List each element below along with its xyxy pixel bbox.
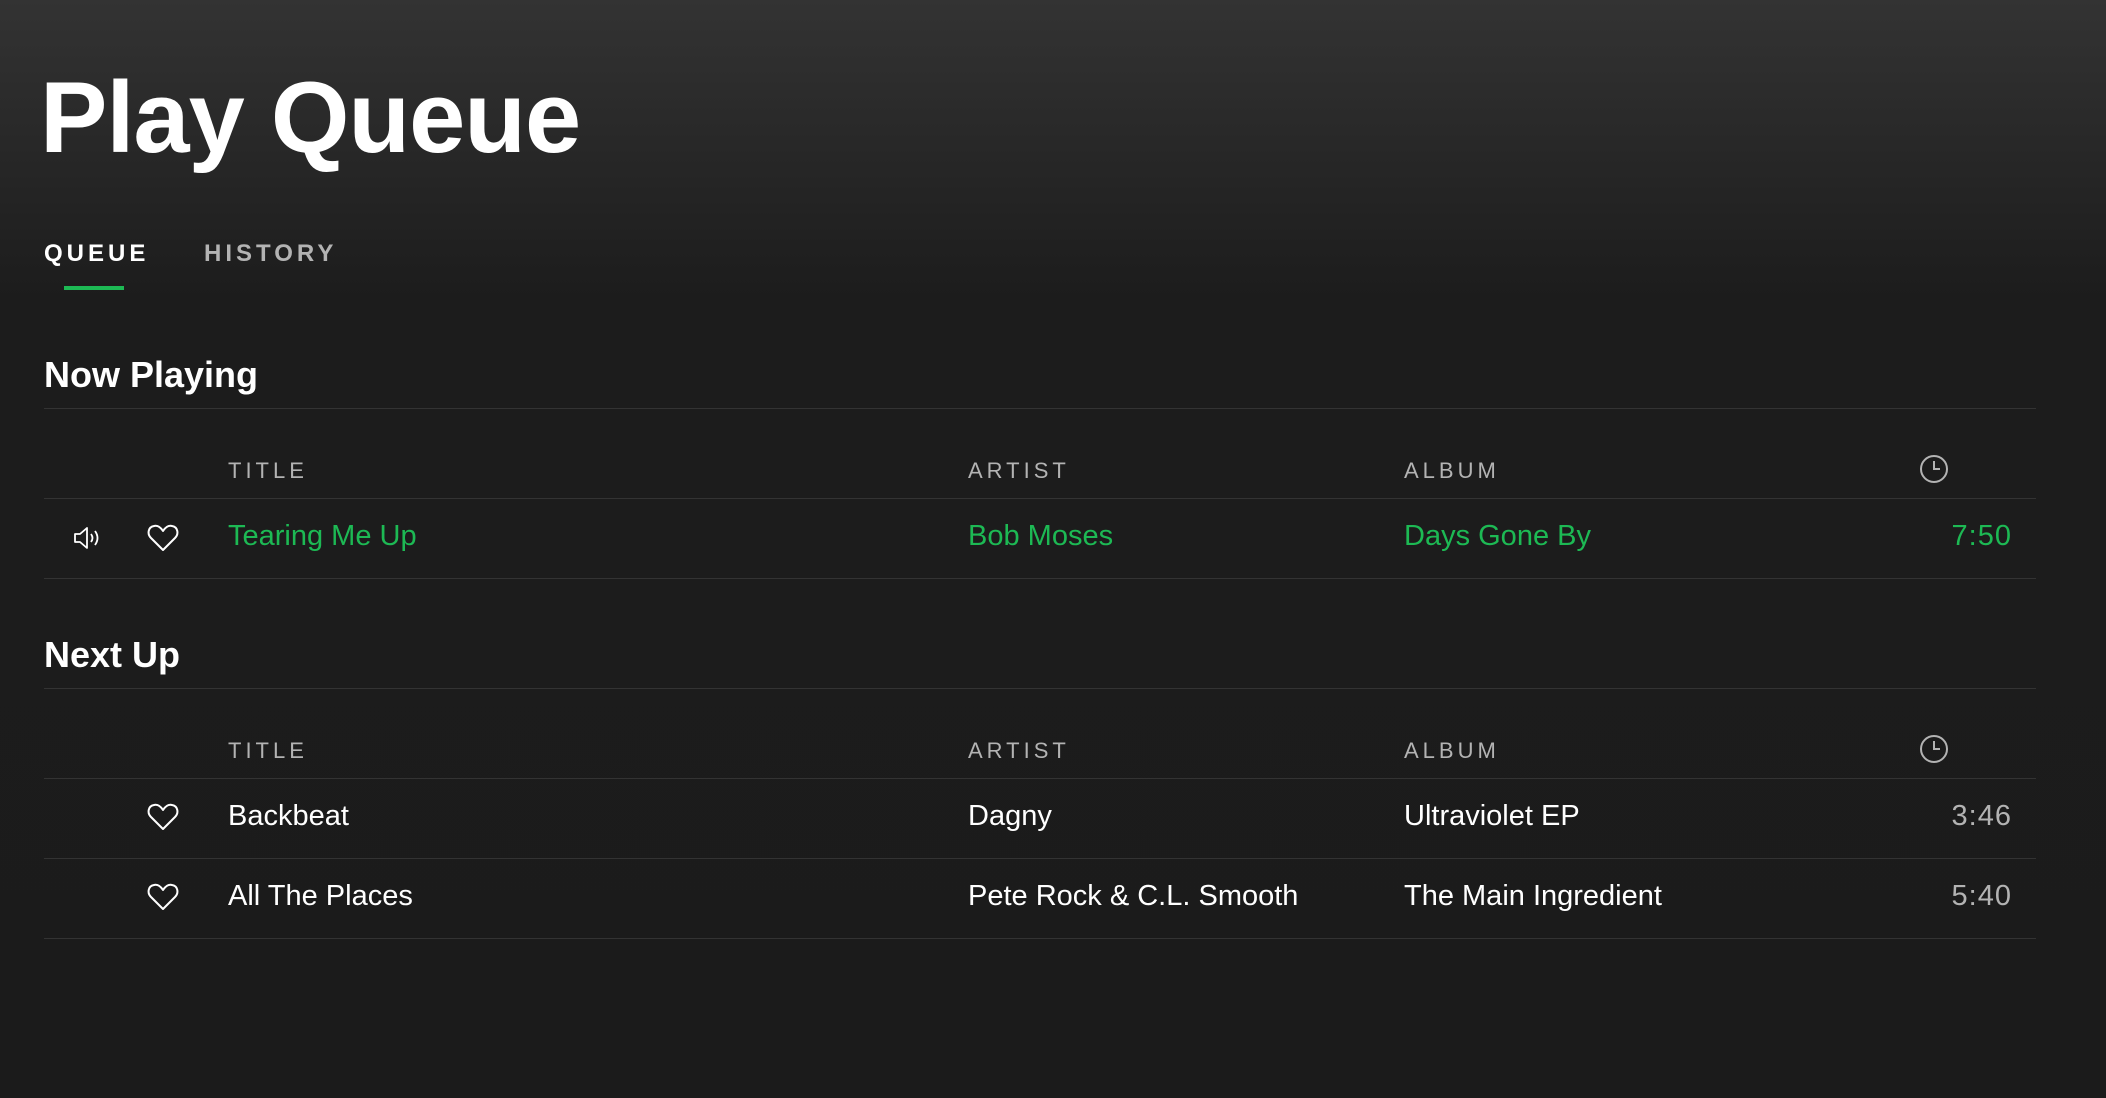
track-album[interactable]: Ultraviolet EP [1404,800,1580,833]
clock-icon[interactable] [1918,453,1950,485]
track-duration: 7:50 [1951,520,2012,552]
track-artist[interactable]: Pete Rock & C.L. Smooth [968,880,1298,913]
divider [44,938,2036,939]
divider [44,578,2036,579]
column-header-title[interactable]: TITLE [228,738,308,764]
play-queue-page: Play Queue QUEUE HISTORY Now Playing TIT… [0,0,2106,1098]
track-title[interactable]: All The Places [228,880,413,913]
track-album[interactable]: The Main Ingredient [1404,880,1662,913]
divider [44,688,2036,689]
now-playing-heading: Now Playing [44,354,259,395]
tab-history-label: HISTORY [204,240,338,267]
tab-queue-label: QUEUE [44,240,150,267]
track-artist[interactable]: Dagny [968,800,1052,833]
clock-icon[interactable] [1918,733,1950,765]
track-album[interactable]: Days Gone By [1404,520,1591,553]
column-header-album[interactable]: ALBUM [1404,458,1500,484]
tab-history[interactable]: HISTORY [204,240,337,268]
track-duration: 3:46 [1951,800,2012,832]
column-header-artist[interactable]: ARTIST [968,738,1070,764]
track-duration: 5:40 [1951,880,2012,912]
speaker-icon [74,527,99,549]
heart-icon[interactable] [147,882,179,912]
column-header-title[interactable]: TITLE [228,458,308,484]
divider [44,858,2036,859]
tab-queue[interactable]: QUEUE [44,240,149,268]
divider [44,408,2036,409]
page-title: Play Queue [40,62,581,174]
heart-icon[interactable] [147,802,179,832]
track-title[interactable]: Tearing Me Up [228,520,417,553]
divider [44,778,2036,779]
track-title[interactable]: Backbeat [228,800,349,833]
column-header-artist[interactable]: ARTIST [968,458,1070,484]
track-artist[interactable]: Bob Moses [968,520,1113,553]
heart-icon[interactable] [147,523,179,553]
column-header-album[interactable]: ALBUM [1404,738,1500,764]
next-up-heading: Next Up [44,634,181,675]
divider [44,498,2036,499]
active-tab-indicator [64,286,124,290]
